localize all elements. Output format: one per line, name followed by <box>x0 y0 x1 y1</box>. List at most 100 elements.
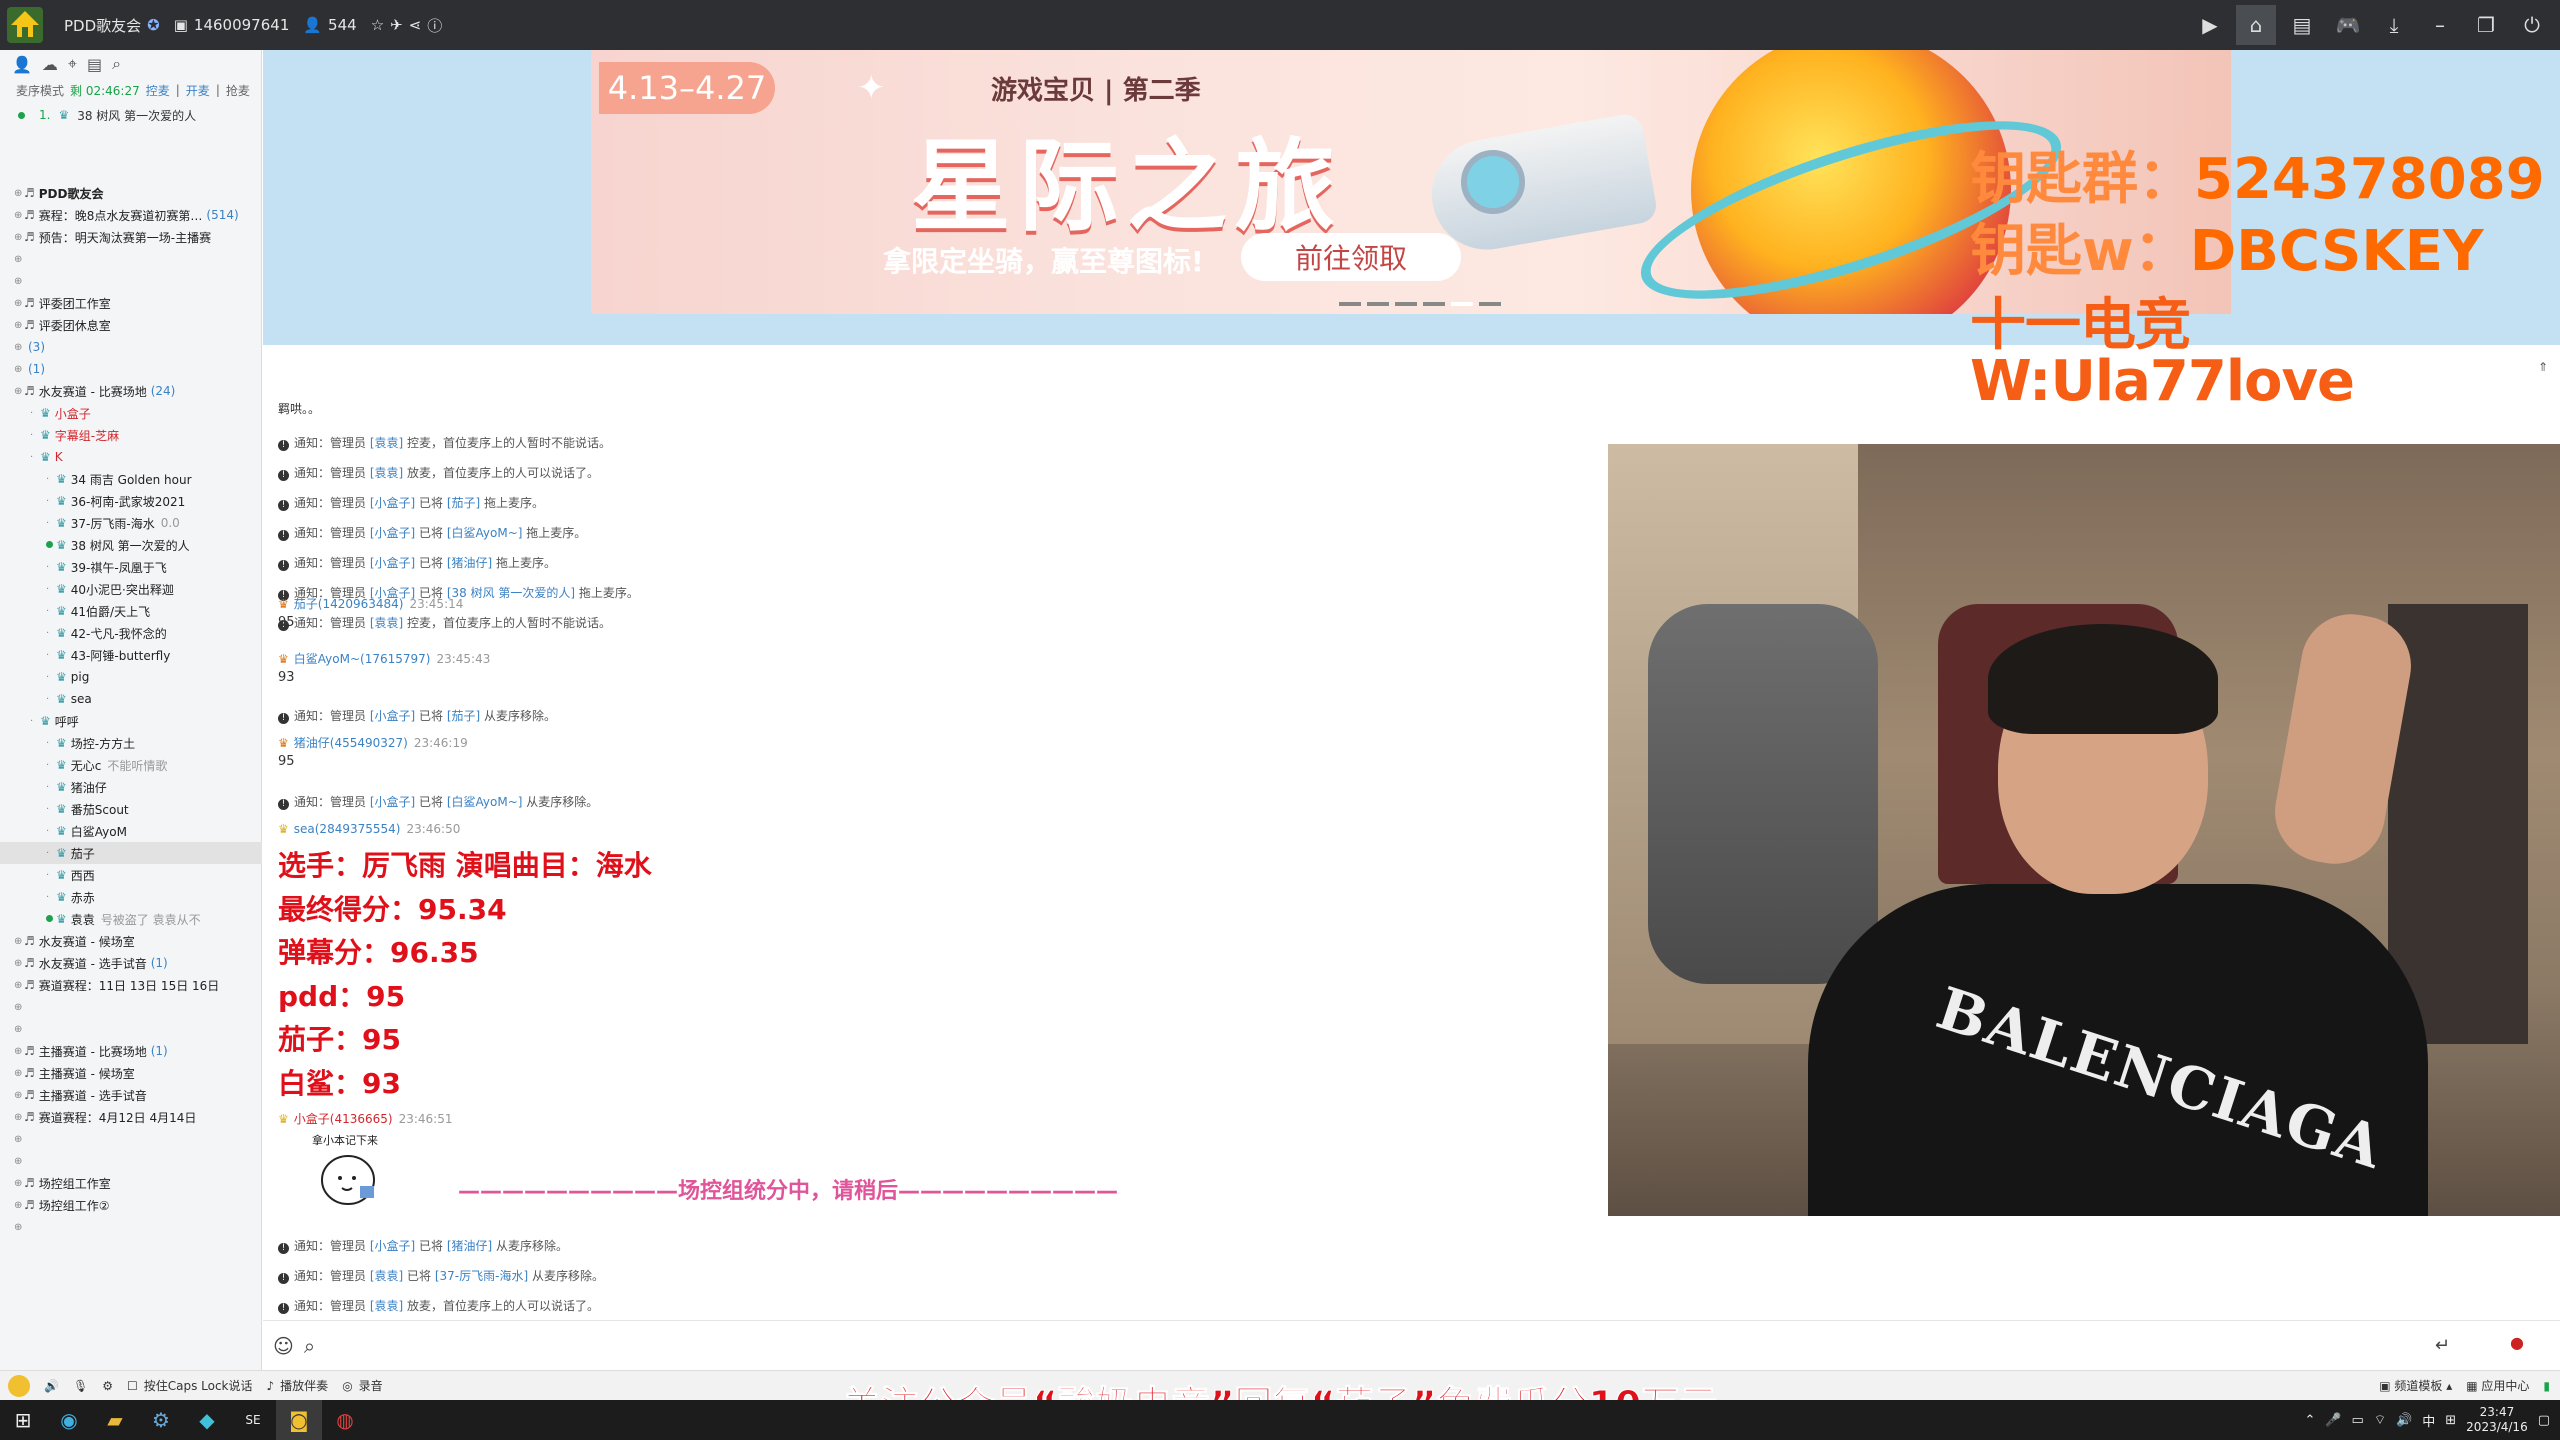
notice-user-link[interactable]: [袁袁] <box>370 1299 403 1313</box>
channel-tree-item[interactable]: ⊕ ♬ 评委团休息室 <box>0 314 262 336</box>
user-icon[interactable]: 👤 <box>12 55 32 74</box>
channel-tree-item[interactable]: ⊕ ♬ 水友赛道 - 比赛场地 (24) <box>0 380 262 402</box>
expand-icon[interactable]: ⊕ <box>14 298 24 309</box>
channel-tree-item[interactable]: · ♛ 42-弋凡-我怀念的 <box>0 622 262 644</box>
notice-user-link[interactable]: [小盒子] <box>370 709 415 723</box>
expand-icon[interactable]: ⊕ <box>14 254 24 265</box>
home-icon[interactable]: ⌂ <box>2236 5 2276 45</box>
chat-username[interactable]: 猪油仔(455490327) <box>294 736 408 750</box>
expand-icon[interactable]: ⊕ <box>14 1112 24 1123</box>
chat-icon[interactable]: ☁ <box>42 55 58 74</box>
capslock-talk-toggle[interactable]: ☐ 按住Caps Lock说话 <box>127 1377 253 1394</box>
channel-tree-item[interactable]: · ♛ 40小泥巴·突出释迦 <box>0 578 262 600</box>
download-icon[interactable]: ⤓ <box>2374 5 2414 45</box>
expand-icon[interactable]: · <box>46 628 56 639</box>
notice-user-link[interactable]: [小盒子] <box>370 1239 415 1253</box>
webcam-video[interactable]: BALENCIAGA <box>1608 444 2560 1216</box>
mic-status-icon[interactable]: ● <box>2510 1333 2524 1352</box>
tray-volume-icon[interactable]: 🔊 <box>2396 1413 2412 1428</box>
expand-icon[interactable]: · <box>46 562 56 573</box>
restore-icon[interactable]: ❐ <box>2466 5 2506 45</box>
expand-icon[interactable]: · <box>46 474 56 485</box>
template-button[interactable]: ▣ 频道模板 ▴ <box>2379 1377 2452 1394</box>
expand-icon[interactable]: · <box>46 738 56 749</box>
gamepad-icon[interactable]: 🎮 <box>2328 5 2368 45</box>
notice-user-link[interactable]: [猪油仔] <box>447 1239 492 1253</box>
channel-tree-item[interactable]: ♛ 38 树风 第一次爱的人 <box>0 534 262 556</box>
ime-indicator[interactable]: 中 <box>2422 1411 2435 1430</box>
channel-tree-item[interactable]: · ♛ 39-祺午-凤凰于飞 <box>0 556 262 578</box>
accompany-button[interactable]: ♪ 播放伴奏 <box>267 1377 329 1394</box>
layout-icon[interactable]: ▤ <box>2282 5 2322 45</box>
clock[interactable]: 23:47 2023/4/16 <box>2466 1405 2528 1435</box>
pager-dot-active[interactable] <box>1451 302 1473 306</box>
pager-dot[interactable] <box>1479 302 1501 306</box>
channel-tree-item[interactable]: · ♛ pig <box>0 666 262 688</box>
notice-user-link[interactable]: [小盒子] <box>370 795 415 809</box>
channel-tree-item[interactable]: · ♛ K <box>0 446 262 468</box>
share-icon[interactable]: ⋖ <box>409 16 422 34</box>
pager-dot[interactable] <box>1423 302 1445 306</box>
sticker-image[interactable] <box>318 1148 398 1218</box>
expand-icon[interactable]: ⊕ <box>14 364 24 375</box>
expand-icon[interactable]: ⊕ <box>14 958 24 969</box>
channel-tree-item[interactable]: ⊕ <box>0 1128 262 1150</box>
app-icon[interactable]: ◆ <box>184 1400 230 1440</box>
expand-icon[interactable]: · <box>46 826 56 837</box>
chat-user-header[interactable]: ♛ 小盒子(4136665) 23:46:51 <box>278 1110 452 1127</box>
expand-icon[interactable]: ⊕ <box>14 1222 24 1233</box>
list-icon[interactable]: ▤ <box>87 55 102 74</box>
speaker-icon[interactable]: 🔊 <box>44 1379 59 1393</box>
channel-tree-item[interactable]: ⊕ (1) <box>0 358 262 380</box>
channel-tree-item[interactable]: · ♛ 猪油仔 <box>0 776 262 798</box>
expand-icon[interactable]: ⊕ <box>14 1178 24 1189</box>
chat-username[interactable]: 小盒子(4136665) <box>294 1112 393 1126</box>
channel-tree-item[interactable]: ⊕ <box>0 248 262 270</box>
chat-input-bar[interactable]: ☺ ⌕ ↵ ● <box>263 1320 2560 1370</box>
expand-icon[interactable]: · <box>46 804 56 815</box>
channel-tree-item[interactable]: ⊕ (3) <box>0 336 262 358</box>
expand-icon[interactable]: · <box>46 694 56 705</box>
send-icon[interactable]: ↵ <box>2435 1335 2450 1356</box>
chat-username[interactable]: 茄子(1420963484) <box>294 597 404 611</box>
expand-icon[interactable]: ⊕ <box>14 1046 24 1057</box>
expand-icon[interactable]: ⊕ <box>14 936 24 947</box>
expand-icon[interactable]: ⊕ <box>14 276 24 287</box>
scroll-up-icon[interactable]: ⇑ <box>2538 360 2548 374</box>
expand-icon[interactable]: ⊕ <box>14 320 24 331</box>
expand-icon[interactable]: · <box>30 408 40 419</box>
se-app-icon[interactable]: SE <box>230 1400 276 1440</box>
channel-tree-item[interactable]: ⊕ ♬ 赛道赛程：11日 13日 15日 16日 <box>0 974 262 996</box>
expand-icon[interactable]: ⊕ <box>14 1090 24 1101</box>
expand-icon[interactable]: ⊕ <box>14 342 24 353</box>
notice-user-link[interactable]: [小盒子] <box>370 496 415 510</box>
expand-icon[interactable]: ⊕ <box>14 386 24 397</box>
channel-tree-item[interactable]: ⊕ ♬ 水友赛道 - 候场室 <box>0 930 262 952</box>
channel-tree-item[interactable]: ⊕ ♬ 主播赛道 - 候场室 <box>0 1062 262 1084</box>
expand-icon[interactable]: ⊕ <box>14 1068 24 1079</box>
minimize-icon[interactable]: – <box>2420 5 2460 45</box>
chat-username[interactable]: 白鲨AyoM~(17615797) <box>294 652 431 666</box>
channel-tree-item[interactable]: · ♛ 赤赤 <box>0 886 262 908</box>
microphone-icon[interactable]: 🎙 <box>73 1379 88 1393</box>
notice-user-link[interactable]: [袁袁] <box>370 616 403 630</box>
file-explorer-icon[interactable]: ▰ <box>92 1400 138 1440</box>
record-button[interactable]: ◎ 录音 <box>342 1377 383 1394</box>
chat-user-header[interactable]: ♛ sea(2849375554) 23:46:50 <box>278 822 460 836</box>
channel-tree-item[interactable]: ⊕ ♬ 预告：明天淘汰赛第一场-主播赛 <box>0 226 262 248</box>
online-dot[interactable] <box>46 914 56 925</box>
channel-tree-item[interactable]: ⊕ <box>0 1018 262 1040</box>
tray-keyboard-icon[interactable]: ⊞ <box>2445 1413 2456 1428</box>
notice-user-link[interactable]: [白鲨AyoM~] <box>447 526 523 540</box>
expand-icon[interactable]: ⊕ <box>14 1024 24 1035</box>
channel-tree-item[interactable]: · ♛ 34 雨吉 Golden hour <box>0 468 262 490</box>
open-mic-link[interactable]: 开麦 <box>186 82 210 99</box>
expand-icon[interactable]: ⊕ <box>14 1134 24 1145</box>
channel-tree-item[interactable]: ♛ 袁袁 号被盗了 袁袁从不 <box>0 908 262 930</box>
edge-browser-icon[interactable]: ◉ <box>46 1400 92 1440</box>
app-logo-icon[interactable] <box>0 0 50 50</box>
expand-icon[interactable]: ⊕ <box>14 1200 24 1211</box>
chat-username[interactable]: sea(2849375554) <box>294 822 401 836</box>
equalizer-icon[interactable]: ⚙ <box>102 1379 113 1393</box>
steam-icon[interactable]: ⚙ <box>138 1400 184 1440</box>
